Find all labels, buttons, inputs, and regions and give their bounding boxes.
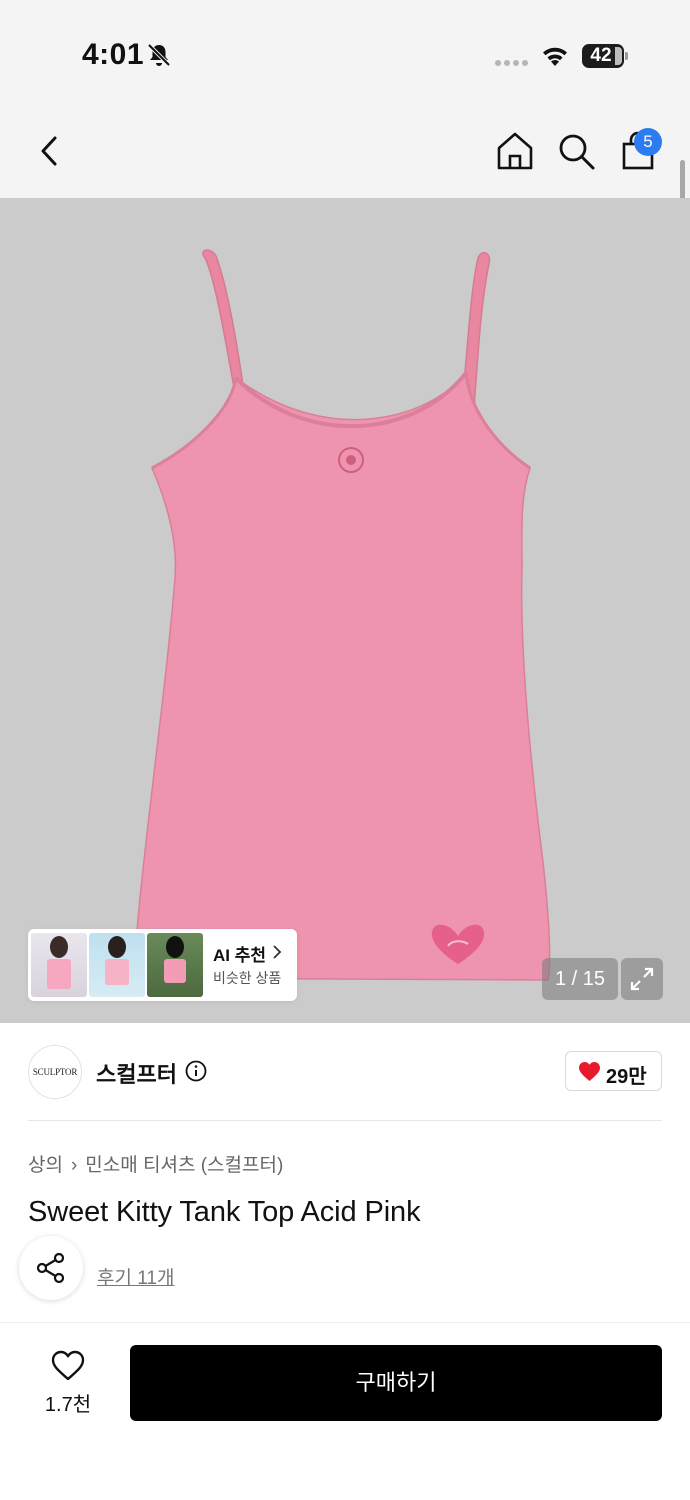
- brand-like-count: 29만: [606, 1066, 647, 1088]
- product-image[interactable]: [0, 198, 690, 1023]
- recommendation-thumbnail[interactable]: [147, 933, 203, 997]
- heart-icon: [579, 1061, 600, 1082]
- brand-name[interactable]: 스컬프터: [96, 1057, 177, 1089]
- battery-level: 42: [590, 45, 612, 66]
- bell-slash-icon: [147, 43, 171, 67]
- image-page-counter: 1 / 15: [542, 958, 618, 1000]
- brand-logo[interactable]: SCULPTOR: [28, 1045, 82, 1099]
- chevron-right-icon: [273, 945, 282, 959]
- divider: [28, 1120, 662, 1121]
- signal-icon: [495, 60, 528, 66]
- wishlist-button[interactable]: 1.7천: [30, 1346, 106, 1422]
- breadcrumb: 상의 › 민소매 티셔츠 (스컬프터): [28, 1150, 283, 1177]
- share-icon: [36, 1252, 65, 1284]
- wifi-icon: [543, 47, 567, 66]
- product-title: Sweet Kitty Tank Top Acid Pink: [28, 1196, 421, 1228]
- ai-recommendation-card[interactable]: AI 추천 비슷한 상품: [28, 929, 297, 1001]
- chevron-right-icon: ›: [70, 1155, 78, 1176]
- fullscreen-button[interactable]: [621, 958, 663, 1000]
- recommendation-thumbnail[interactable]: [31, 933, 87, 997]
- ai-recommendation-title: AI 추천: [213, 946, 267, 965]
- share-button[interactable]: [19, 1236, 83, 1300]
- expand-icon: [630, 967, 654, 991]
- top-navigation: [0, 100, 690, 198]
- heart-outline-icon: [51, 1350, 85, 1381]
- home-icon[interactable]: [493, 129, 537, 173]
- status-time: 4:01: [82, 38, 145, 71]
- breadcrumb-subcategory[interactable]: 민소매 티셔츠 (스컬프터): [85, 1155, 283, 1176]
- buy-button[interactable]: 구매하기: [130, 1345, 662, 1421]
- cart-count-badge[interactable]: 5: [634, 128, 662, 156]
- review-count-link[interactable]: 후기 11개: [97, 1263, 174, 1290]
- ai-recommendation-subtitle: 비슷한 상품: [213, 970, 282, 986]
- search-icon[interactable]: [554, 129, 598, 173]
- info-icon[interactable]: [185, 1060, 207, 1082]
- brand-like-button[interactable]: 29만: [565, 1051, 662, 1091]
- wishlist-count: 1.7천: [44, 1394, 92, 1416]
- back-icon[interactable]: [30, 129, 74, 173]
- status-bar: 4:01 42: [0, 0, 690, 100]
- battery-indicator: 42: [582, 44, 628, 68]
- recommendation-thumbnail[interactable]: [89, 933, 145, 997]
- tank-top-illustration: [134, 249, 551, 981]
- breadcrumb-category[interactable]: 상의: [28, 1155, 63, 1176]
